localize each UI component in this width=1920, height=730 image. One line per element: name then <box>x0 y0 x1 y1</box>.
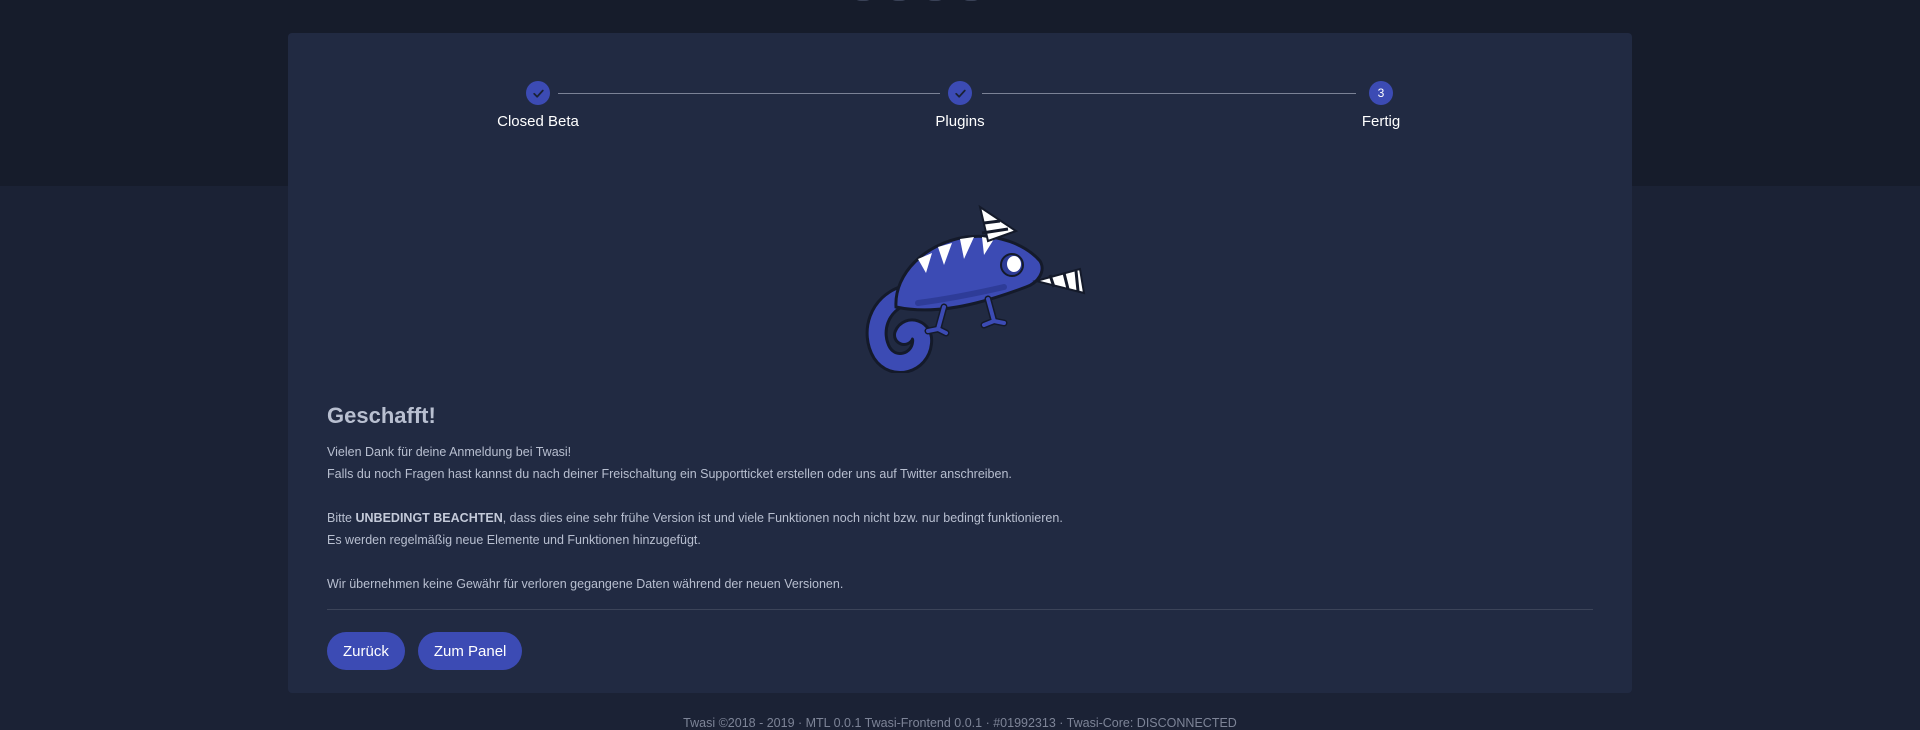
step-complete-badge <box>948 81 972 105</box>
thanks-text: Vielen Dank für deine Anmeldung bei Twas… <box>327 445 572 459</box>
check-icon <box>954 89 966 98</box>
go-to-panel-button[interactable]: Zum Panel <box>417 632 523 670</box>
setup-card: Closed Beta Plugins 3 Fertig Geschafft! … <box>288 33 1632 693</box>
step-closed-beta[interactable]: Closed Beta <box>438 81 638 130</box>
step-label: Plugins <box>935 113 985 130</box>
updates-text: Es werden regelmäßig neue Elemente und F… <box>327 533 701 547</box>
notice-paragraph: Bitte UNBEDINGT BEACHTEN, dass dies eine… <box>327 507 1593 551</box>
step-complete-badge <box>526 81 550 105</box>
stepper: Closed Beta Plugins 3 Fertig <box>288 33 1632 183</box>
notice-prefix: Bitte <box>327 511 356 525</box>
support-text: Falls du noch Fragen hast kannst du nach… <box>327 467 1012 481</box>
step-number-badge: 3 <box>1369 81 1393 105</box>
step-fertig[interactable]: 3 Fertig <box>1281 81 1481 130</box>
disclaimer-paragraph: Wir übernehmen keine Gewähr für verloren… <box>327 577 844 591</box>
footer-text: Twasi ©2018 - 2019 · MTL 0.0.1 Twasi-Fro… <box>683 716 1237 730</box>
logo <box>852 0 982 2</box>
page-title: Geschafft! <box>327 403 436 428</box>
check-icon <box>532 89 544 98</box>
chameleon-party-mascot-icon <box>865 204 1086 373</box>
action-bar: Zurück Zum Panel <box>327 632 523 670</box>
notice-text: , dass dies eine sehr frühe Version ist … <box>502 511 1063 525</box>
main-content: Geschafft! Vielen Dank für deine Anmeldu… <box>327 403 1593 617</box>
notice-emphasis: UNBEDINGT BEACHTEN <box>355 511 503 525</box>
back-button[interactable]: Zurück <box>327 632 405 670</box>
step-label: Fertig <box>1361 113 1401 130</box>
step-label: Closed Beta <box>497 113 579 130</box>
divider <box>327 609 1593 610</box>
thanks-paragraph: Vielen Dank für deine Anmeldung bei Twas… <box>327 441 1593 485</box>
step-plugins[interactable]: Plugins <box>860 81 1060 130</box>
